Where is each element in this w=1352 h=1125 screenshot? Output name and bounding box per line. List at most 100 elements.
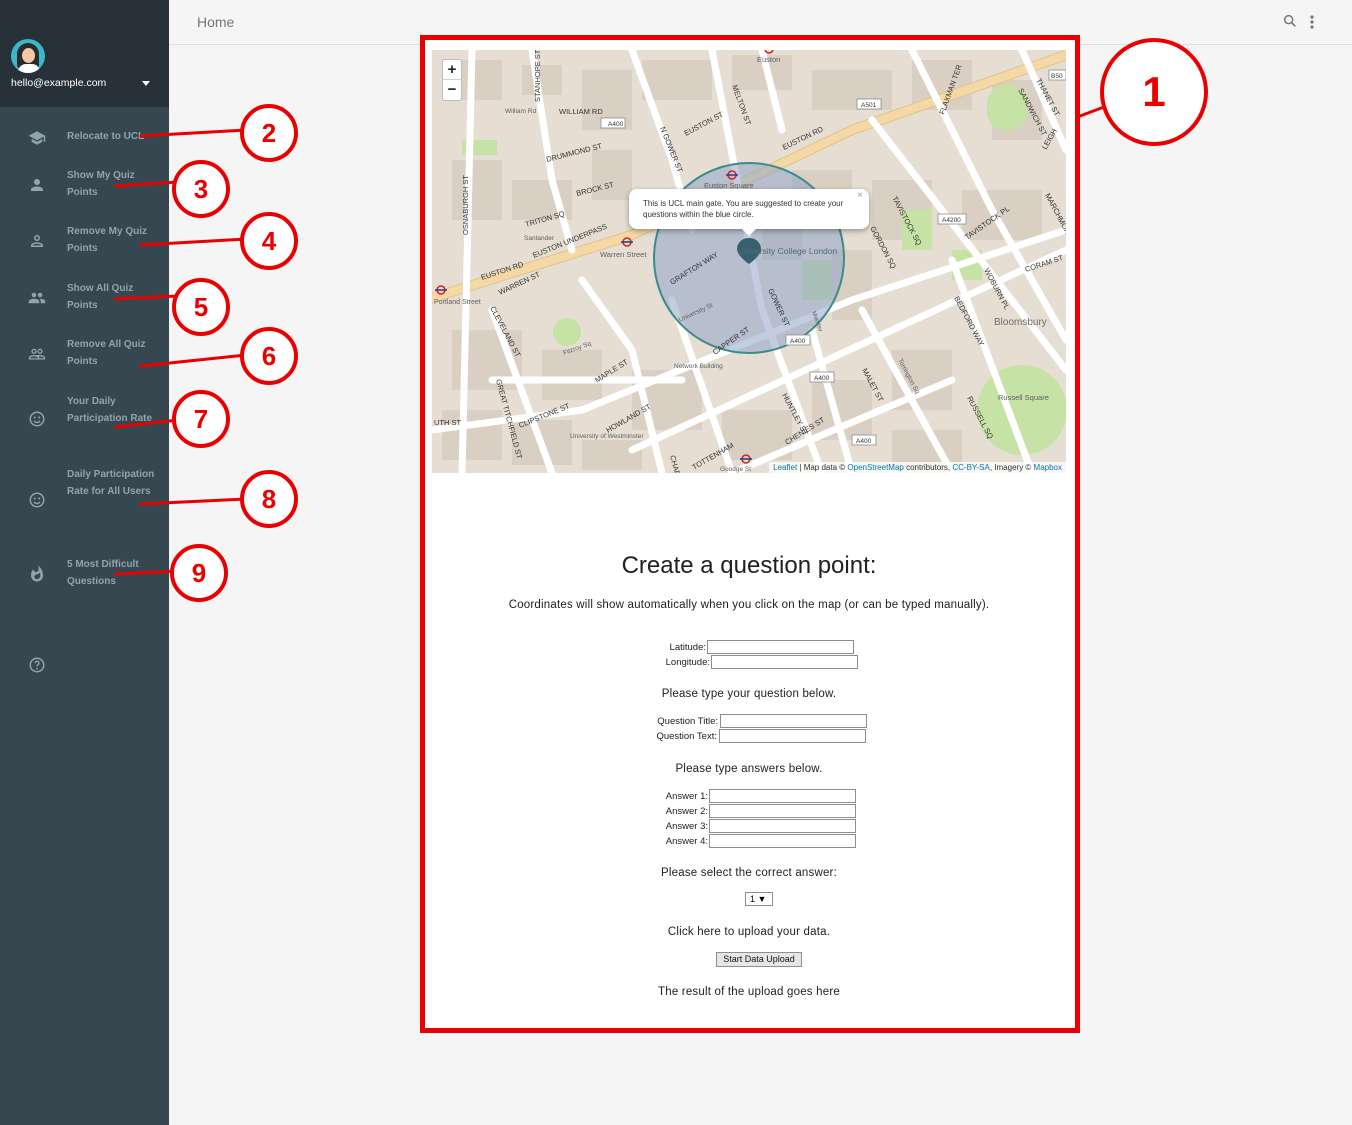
latitude-label: Latitude: [669,642,706,653]
fire-icon [31,565,43,582]
sidebar-header: hello@example.com [0,0,169,107]
nav-your-daily-participation-rate[interactable]: Your Daily Participation Rate [0,393,169,445]
popup-text: This is UCL main gate. You are suggested… [643,199,844,219]
map-label: Network Building [674,363,723,370]
nav-label: Your Daily Participation Rate [67,396,153,424]
map-attribution: Leaflet | Map data © OpenStreetMap contr… [769,462,1066,473]
annotation-badge-1: 1 [1100,38,1208,146]
map-label: Euston [757,55,780,64]
nav-5-most-difficult-questions[interactable]: 5 Most Difficult Questions [0,556,169,592]
avatar[interactable] [11,39,45,73]
zoom-in-button[interactable]: + [443,60,461,80]
nav-show-my-quiz-points[interactable]: Show My Quiz Points [0,167,169,203]
nav-label: 5 Most Difficult Questions [67,559,139,587]
zoom-out-button[interactable]: − [443,80,461,100]
form-heading: Create a question point: [621,552,877,579]
account-dropdown-icon[interactable] [142,81,150,86]
nav-label: Remove All Quiz Points [67,339,146,367]
map-label: A400 [856,438,872,445]
help-icon[interactable] [28,656,46,674]
answer-4-input[interactable] [709,834,856,848]
map-label: Portland Street [434,299,481,306]
smiley-outline-icon [29,492,45,508]
answer-3-input[interactable] [709,819,856,833]
map-tiles: Euston Euston Square Warren Street Unive… [432,50,1066,473]
annotation-badge-7: 7 [172,390,230,448]
license-link[interactable]: CC-BY-SA [952,463,990,472]
more-vert-icon[interactable] [1307,13,1317,31]
nav-label: Show My Quiz Points [67,170,135,198]
account-email[interactable]: hello@example.com [11,77,106,89]
answers-prompt: Please type answers below. [675,763,823,775]
map-label: Santander [524,235,555,242]
nav-show-all-quiz-points[interactable]: Show All Quiz Points [0,280,169,316]
map-label: University of Westminster [570,433,644,440]
map-label: WILLIAM RD [559,107,603,116]
smiley-icon [29,411,45,427]
nav-label: Daily Participation Rate for All Users [67,469,155,497]
question-prompt: Please type your question below. [661,688,837,700]
correct-answer-select[interactable]: 1 ▼ [745,892,773,906]
nav-remove-my-quiz-points[interactable]: Remove My Quiz Points [0,223,169,259]
map-label: UTH ST [434,418,462,427]
annotation-badge-9: 9 [170,544,228,602]
sidebar: hello@example.com Relocate to UCL Show M… [0,0,169,1125]
nav-daily-participation-rate-all-users[interactable]: Daily Participation Rate for All Users [0,466,169,534]
upload-result: The result of the upload goes here [658,986,840,998]
nav-label: Show All Quiz Points [67,283,134,311]
search-icon[interactable] [1282,13,1298,29]
nav-relocate-to-ucl[interactable]: Relocate to UCL [0,126,169,148]
popup-close-button[interactable]: × [857,190,863,201]
upload-prompt: Click here to upload your data. [667,926,831,938]
longitude-input[interactable] [711,655,858,669]
map-label: Goodge St [720,466,751,473]
people-icon [28,292,46,304]
map-label: OSNABURGH ST [461,175,470,235]
annotation-badge-2: 2 [240,104,298,162]
map-label: Bloomsbury [994,317,1047,328]
question-text-label: Question Text: [656,731,717,742]
nav-remove-all-quiz-points[interactable]: Remove All Quiz Points [0,336,169,372]
coords-hint: Coordinates will show automatically when… [508,599,990,611]
longitude-label: Longitude: [665,657,710,668]
map-zoom-control: + − [442,59,462,101]
annotation-badge-4: 4 [240,212,298,270]
question-title-input[interactable] [720,714,867,728]
question-title-label: Question Title: [657,716,718,727]
osm-link[interactable]: OpenStreetMap [847,463,903,472]
map-popup: This is UCL main gate. You are suggested… [629,189,869,229]
map-label: A501 [861,102,877,109]
nav-label: Remove My Quiz Points [67,226,148,254]
map-label: Russell Square [998,393,1049,402]
map-label: A4200 [942,217,961,224]
latitude-input[interactable] [707,640,854,654]
answer-4-label: Answer 4: [665,836,708,847]
start-data-upload-button[interactable]: Start Data Upload [716,952,802,967]
map-label: William Rd [505,108,536,115]
answer-1-label: Answer 1: [665,791,708,802]
map-label: B50 [1051,73,1063,80]
answer-1-input[interactable] [709,789,856,803]
answer-2-label: Answer 2: [665,806,708,817]
map-label: STANHOPE ST [533,50,542,102]
map-label: A400 [790,338,806,345]
person-outline-icon [31,234,43,247]
mapbox-link[interactable]: Mapbox [1034,463,1062,472]
question-text-input[interactable] [719,729,866,743]
page-title: Home [197,14,235,30]
map-label: Warren Street [600,250,647,259]
map-label: A400 [814,375,830,382]
school-icon [28,131,46,145]
answer-3-label: Answer 3: [665,821,708,832]
annotation-badge-8: 8 [240,470,298,528]
annotation-badge-6: 6 [240,327,298,385]
answer-2-input[interactable] [709,804,856,818]
leaflet-map[interactable]: Euston Euston Square Warren Street Unive… [432,50,1066,473]
map-label: University College London [738,246,837,256]
annotation-badge-5: 5 [172,278,230,336]
correct-answer-prompt: Please select the correct answer: [661,867,837,879]
leaflet-link[interactable]: Leaflet [773,463,797,472]
map-label: A400 [608,121,624,128]
people-outline-icon [28,348,46,360]
popup-tip [741,228,757,236]
